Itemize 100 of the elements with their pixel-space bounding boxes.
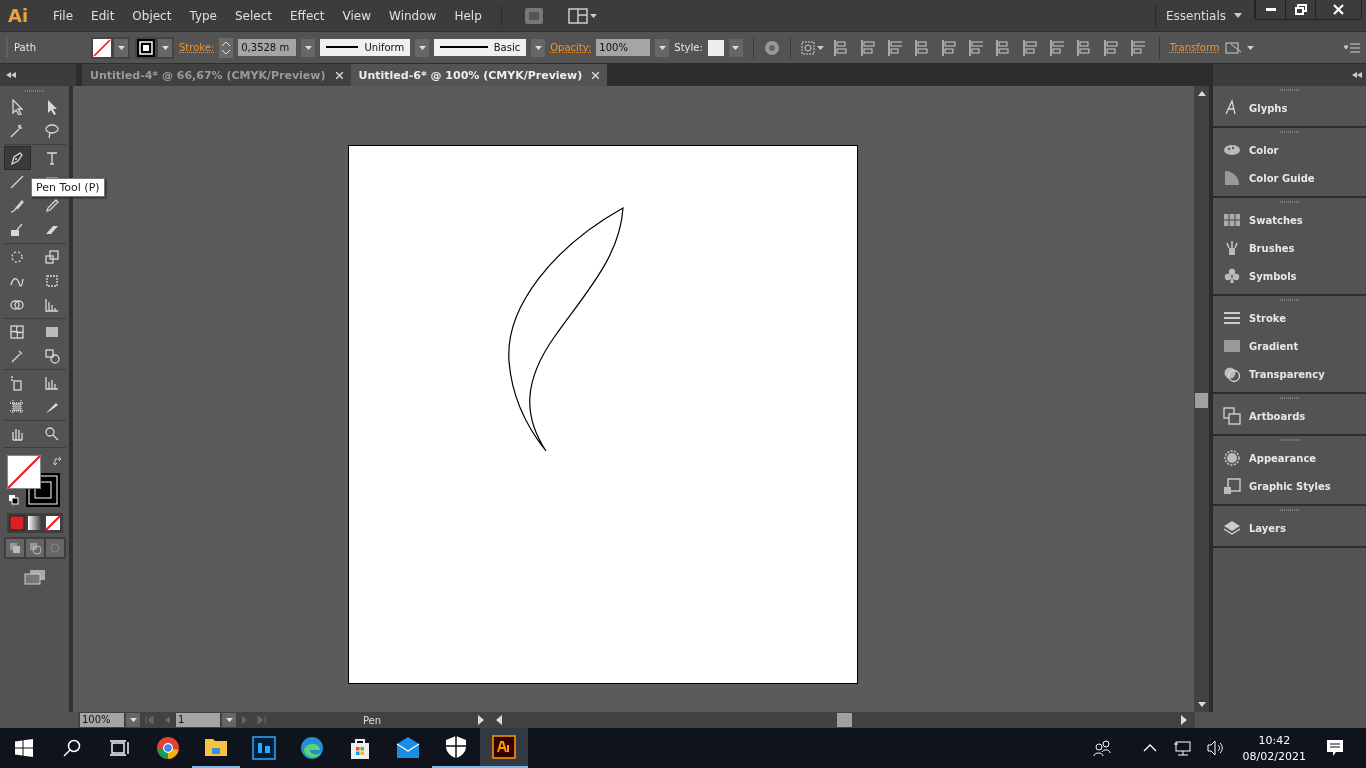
profile-dropdown[interactable]: Uniform — [320, 39, 411, 56]
align-icon[interactable] — [1103, 39, 1118, 56]
scroll-up-icon[interactable] — [1197, 91, 1206, 96]
close-button[interactable] — [1315, 0, 1361, 19]
panel-button[interactable]: Symbols — [1213, 262, 1366, 290]
fill-swatch[interactable] — [6, 455, 41, 489]
bar-graph-icon — [44, 375, 60, 391]
caret-icon — [304, 45, 312, 50]
panel-button[interactable]: Layers — [1213, 514, 1366, 542]
draw-inside-icon[interactable] — [45, 539, 64, 557]
document-tab[interactable]: Untitled-6* @ 100% (CMYK/Preview) — [350, 64, 608, 86]
scroll-right-icon[interactable] — [1181, 715, 1187, 725]
stroke-weight-field[interactable]: 0,3528 m — [238, 39, 297, 56]
menu-item[interactable]: Select — [226, 8, 282, 23]
align-icon[interactable] — [833, 39, 848, 56]
menu-item[interactable]: Help — [445, 8, 491, 23]
grip-icon[interactable] — [24, 90, 45, 93]
none-mode-icon[interactable] — [44, 515, 61, 531]
screen-mode-icon[interactable] — [23, 569, 46, 585]
grip-icon[interactable] — [1279, 509, 1300, 512]
align-icon[interactable] — [1022, 39, 1037, 56]
panel-button[interactable]: Stroke — [1213, 304, 1366, 332]
status-text: Pen — [361, 714, 383, 726]
align-icon[interactable] — [914, 39, 929, 56]
search-icon — [63, 739, 81, 757]
panel-button[interactable]: Transparency — [1213, 360, 1366, 388]
collapse-icon[interactable] — [6, 72, 16, 78]
panel-button[interactable]: Appearance — [1213, 444, 1366, 472]
layers-icon — [1223, 519, 1241, 537]
panel-button[interactable]: Glyphs — [1213, 94, 1366, 122]
brush-dropdown[interactable]: Basic — [434, 39, 527, 56]
align-icon[interactable] — [941, 39, 956, 56]
blend-icon — [44, 348, 60, 364]
zoom-field[interactable]: 100% — [80, 713, 124, 727]
grip-icon[interactable] — [1279, 89, 1300, 92]
page-field[interactable]: 1 — [176, 713, 220, 727]
opacity-field[interactable]: 100% — [596, 39, 651, 56]
network-icon[interactable] — [1172, 740, 1191, 756]
gradient-mode-icon[interactable] — [26, 515, 43, 531]
scroll-down-icon[interactable] — [1197, 702, 1206, 707]
fill-swatch[interactable] — [91, 36, 130, 59]
collapse-icon[interactable] — [1352, 72, 1362, 78]
grip-icon[interactable] — [1279, 299, 1300, 302]
sprayer-icon — [9, 375, 25, 391]
align-icon[interactable] — [887, 39, 902, 56]
people-icon[interactable] — [1092, 740, 1111, 756]
scale-icon — [44, 249, 60, 265]
panel-button[interactable]: Brushes — [1213, 234, 1366, 262]
panel-button[interactable]: Gradient — [1213, 332, 1366, 360]
envelope-icon — [396, 736, 420, 760]
menu-item[interactable]: Effect — [281, 8, 334, 23]
panel-button[interactable]: Color Guide — [1213, 164, 1366, 192]
panel-menu-icon[interactable] — [1344, 42, 1360, 53]
scroll-thumb[interactable] — [837, 713, 852, 727]
grip-icon[interactable] — [1279, 201, 1300, 204]
arrow-icon — [9, 99, 25, 115]
grip-icon[interactable] — [1279, 131, 1300, 134]
grip-icon[interactable] — [1279, 397, 1300, 400]
tooltip: Pen Tool (P) — [31, 178, 105, 197]
align-icon[interactable] — [1049, 39, 1064, 56]
scroll-thumb[interactable] — [1195, 393, 1208, 408]
panel-button[interactable]: Artboards — [1213, 402, 1366, 430]
spinner-icon[interactable] — [219, 37, 234, 58]
layout-icon[interactable] — [567, 7, 598, 24]
draw-behind-icon[interactable] — [25, 539, 44, 557]
align-icon[interactable] — [860, 39, 875, 56]
menu-item[interactable]: Window — [380, 8, 446, 23]
color-mode-icon[interactable] — [8, 515, 25, 531]
panel-button[interactable]: Swatches — [1213, 206, 1366, 234]
align-icon[interactable] — [1130, 39, 1145, 56]
align-icon[interactable] — [968, 39, 983, 56]
align-to-icon[interactable] — [800, 40, 825, 55]
document-tab[interactable]: Untitled-4* @ 66,67% (CMYK/Preview) — [82, 64, 351, 86]
grip-icon[interactable] — [1279, 439, 1300, 442]
draw-normal-icon[interactable] — [5, 539, 24, 557]
workspace-switcher[interactable]: Essentials — [1165, 8, 1226, 23]
close-icon[interactable] — [335, 71, 343, 79]
chevron-up-icon[interactable] — [1142, 744, 1157, 752]
stroke-swatch[interactable] — [135, 36, 174, 59]
default-colors-icon[interactable] — [8, 495, 19, 505]
menu-item[interactable]: Type — [180, 8, 226, 23]
clock-time[interactable]: 10:42 — [1258, 733, 1291, 747]
swap-icon[interactable] — [52, 456, 63, 466]
align-icon[interactable] — [1076, 39, 1091, 56]
close-icon[interactable] — [592, 71, 600, 79]
speaker-icon[interactable] — [1206, 740, 1225, 756]
panel-button[interactable]: Graphic Styles — [1213, 472, 1366, 500]
notification-icon[interactable] — [1326, 739, 1344, 757]
style-swatch[interactable] — [707, 39, 724, 56]
menu-item[interactable]: View — [333, 8, 381, 23]
panel-button[interactable]: Color — [1213, 136, 1366, 164]
scroll-left-icon[interactable] — [496, 715, 502, 725]
align-icon[interactable] — [995, 39, 1010, 56]
menu-item[interactable]: Edit — [82, 8, 124, 23]
menu-item[interactable]: Object — [123, 8, 181, 23]
tool-button[interactable] — [3, 146, 31, 170]
taskbar-app[interactable] — [480, 728, 528, 768]
menu-item[interactable]: File — [44, 8, 83, 23]
no-fill-icon — [93, 38, 111, 57]
clock-date[interactable]: 08/02/2021 — [1242, 749, 1306, 763]
